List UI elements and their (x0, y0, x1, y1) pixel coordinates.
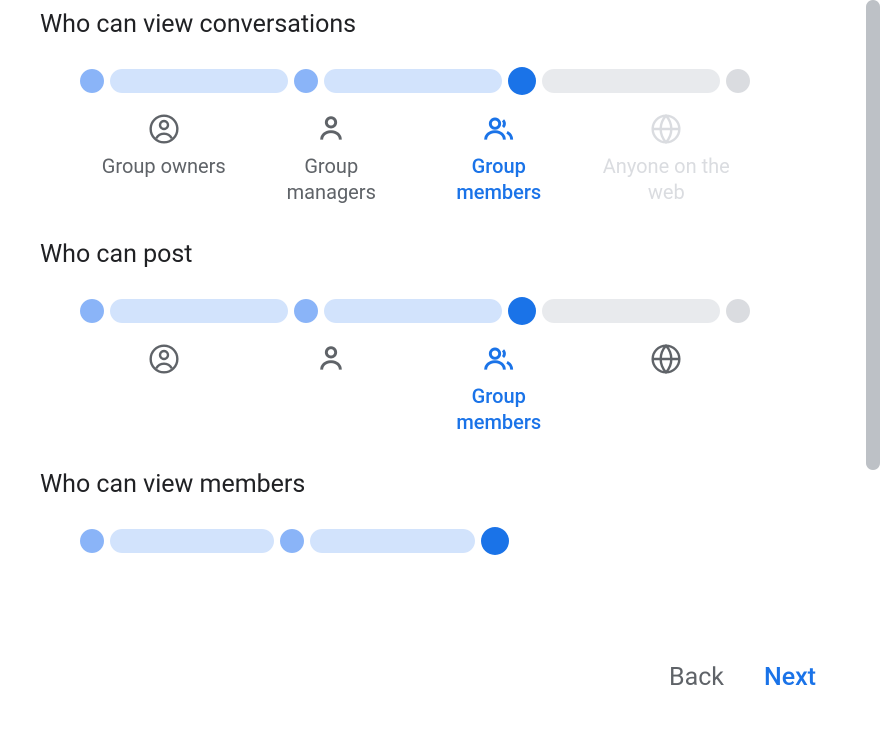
option-group-owners[interactable] (80, 343, 248, 435)
option-group-members[interactable]: Group members (415, 113, 583, 205)
person-icon (315, 343, 347, 375)
person-icon (315, 113, 347, 145)
group-icon (483, 113, 515, 145)
slider-stop-owners[interactable] (80, 529, 104, 553)
option-label: Group members (434, 153, 564, 205)
option-label: Anyone on the web (601, 153, 731, 205)
option-group-owners[interactable]: Group owners (80, 113, 248, 205)
slider-stop-members[interactable] (481, 527, 509, 555)
scrollbar[interactable] (866, 0, 880, 470)
slider-stop-anyone[interactable] (726, 299, 750, 323)
slider-stop-managers[interactable] (294, 69, 318, 93)
footer: Back Next (669, 663, 816, 692)
slider-who-can-post[interactable]: Group members (40, 299, 830, 435)
account-circle-icon (148, 343, 180, 375)
account-circle-icon (148, 113, 180, 145)
section-who-can-post: Who can post (40, 240, 830, 435)
globe-icon (650, 343, 682, 375)
section-view-members: Who can view members (40, 470, 830, 553)
option-label: Group managers (266, 153, 396, 205)
slider-stop-managers[interactable] (294, 299, 318, 323)
slider-stop-anyone[interactable] (726, 69, 750, 93)
option-group-managers[interactable]: Group managers (248, 113, 416, 205)
slider-stop-members[interactable] (508, 67, 536, 95)
section-title-post: Who can post (40, 240, 830, 269)
option-group-managers[interactable] (248, 343, 416, 435)
slider-view-members[interactable] (40, 529, 830, 553)
option-anyone-web[interactable] (583, 343, 751, 435)
group-icon (483, 343, 515, 375)
globe-icon (650, 113, 682, 145)
slider-stop-owners[interactable] (80, 69, 104, 93)
option-group-members[interactable]: Group members (415, 343, 583, 435)
option-label: Group owners (102, 153, 226, 179)
slider-stop-owners[interactable] (80, 299, 104, 323)
slider-stop-managers[interactable] (280, 529, 304, 553)
section-view-conversations: Who can view conversations (40, 10, 830, 205)
option-label: Group members (434, 383, 564, 435)
back-button[interactable]: Back (669, 663, 724, 692)
section-title-view-members: Who can view members (40, 470, 830, 499)
slider-stop-members[interactable] (508, 297, 536, 325)
section-title-view-conversations: Who can view conversations (40, 10, 830, 39)
slider-view-conversations[interactable]: Group owners Group managers (40, 69, 830, 205)
option-anyone-web: Anyone on the web (583, 113, 751, 205)
next-button[interactable]: Next (764, 663, 816, 692)
